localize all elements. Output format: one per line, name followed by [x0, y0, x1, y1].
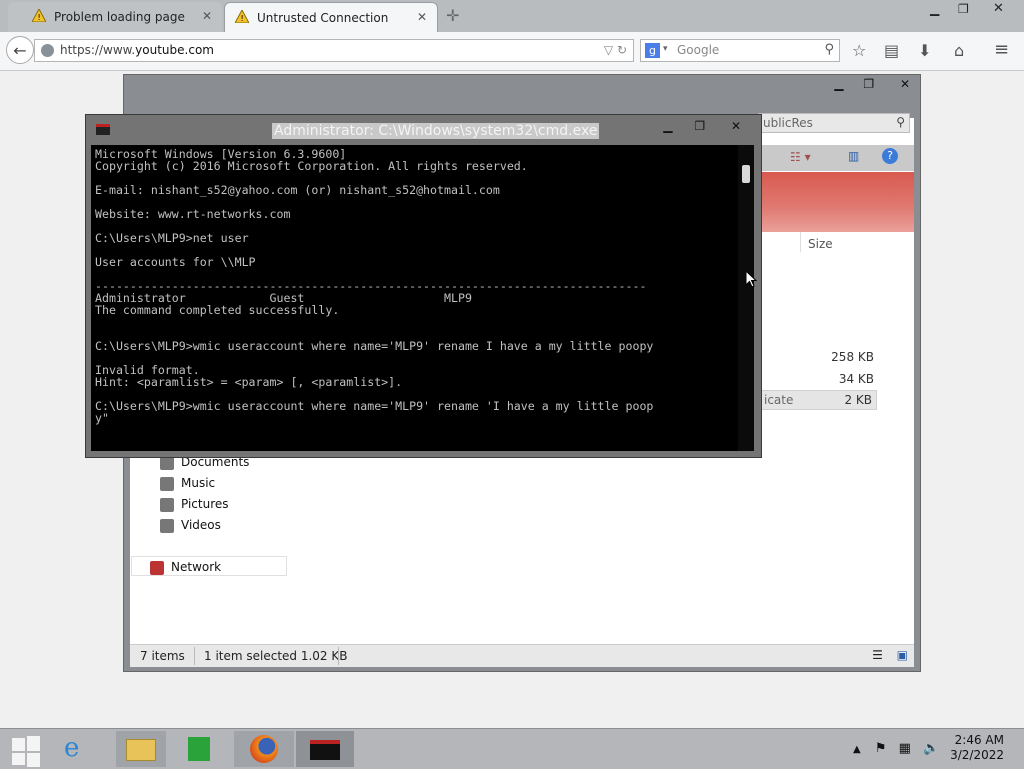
- new-tab-icon[interactable]: ✛: [446, 6, 459, 25]
- console-text: Microsoft Windows [Version 6.3.9600] Cop…: [95, 147, 654, 425]
- windows-logo-icon: [12, 738, 25, 751]
- music-icon: [160, 477, 174, 491]
- url-text: https://www.youtube.com: [60, 43, 214, 57]
- explorer-window-buttons: ▁ ❐ ✕: [834, 77, 910, 91]
- close-tab-icon[interactable]: ✕: [202, 9, 212, 23]
- console-output[interactable]: Microsoft Windows [Version 6.3.9600] Cop…: [91, 145, 738, 451]
- console-scrollbar[interactable]: [738, 145, 754, 451]
- file-size: 258 KB: [831, 350, 874, 364]
- network-icon: [150, 561, 164, 575]
- divider: [338, 647, 339, 665]
- downloads-icon[interactable]: ⬇: [918, 41, 931, 60]
- url-tools[interactable]: ▽ ↻: [604, 43, 627, 57]
- size-column-header[interactable]: Size: [808, 237, 833, 251]
- clock-date: 3/2/2022: [950, 748, 1004, 762]
- bookmarks-list-icon[interactable]: ▤: [884, 41, 899, 60]
- restore-icon[interactable]: ❐: [958, 2, 969, 16]
- cmd-app-icon: [96, 124, 110, 135]
- tab-label: Problem loading page: [54, 10, 185, 24]
- back-button[interactable]: ←: [6, 36, 34, 64]
- tab-untrusted-connection[interactable]: ! Untrusted Connection ✕: [224, 2, 438, 32]
- navigation-toolbar: ← https://www.youtube.com ▽ ↻ g ▾ Google…: [0, 32, 1024, 71]
- folder-icon: [126, 739, 156, 761]
- close-icon[interactable]: ✕: [900, 77, 910, 91]
- globe-icon: [41, 44, 54, 57]
- cmd-taskbar-button[interactable]: [296, 731, 354, 767]
- system-tray: ▲ ⚑ ▦ 🔈: [853, 741, 939, 756]
- selection-info: 1 item selected 1.02 KB: [204, 649, 348, 663]
- cmd-window: Administrator: C:\Windows\system32\cmd.e…: [85, 114, 762, 458]
- url-bar[interactable]: https://www.youtube.com ▽ ↻: [34, 39, 634, 62]
- pictures-icon: [160, 498, 174, 512]
- browser-tab-bar: ! Problem loading page ✕ ! Untrusted Con…: [0, 0, 1024, 32]
- view-options-icon[interactable]: ☷ ▾: [790, 150, 811, 164]
- close-icon[interactable]: ✕: [993, 1, 1004, 16]
- network-status-icon[interactable]: ▦: [899, 741, 911, 756]
- firefox-icon: [250, 735, 278, 763]
- tab-problem-loading[interactable]: ! Problem loading page ✕: [8, 2, 222, 32]
- explorer-search[interactable]: ublicRes ⚲: [758, 113, 910, 133]
- selected-file-row[interactable]: icate 2 KB: [761, 390, 877, 410]
- item-count: 7 items: [140, 649, 185, 663]
- google-icon[interactable]: g: [645, 43, 660, 58]
- view-toggle: ☰ ▣: [872, 648, 908, 662]
- cmd-window-title: Administrator: C:\Windows\system32\cmd.e…: [272, 123, 600, 139]
- home-icon[interactable]: ⌂: [954, 41, 964, 60]
- column-divider: [800, 232, 801, 252]
- restore-icon[interactable]: ❐: [694, 119, 705, 133]
- large-icons-view-icon[interactable]: ▣: [897, 648, 908, 662]
- chevron-down-icon[interactable]: ▾: [663, 44, 668, 54]
- internet-explorer-icon: e: [64, 733, 80, 763]
- details-view-icon[interactable]: ☰: [872, 648, 883, 662]
- file-size: 2 KB: [844, 393, 872, 407]
- volume-muted-icon[interactable]: 🔈: [923, 741, 939, 756]
- search-bar[interactable]: g ▾ Google ⚲: [640, 39, 840, 62]
- store-taskbar-button[interactable]: [174, 731, 224, 767]
- file-size: 34 KB: [838, 372, 874, 386]
- file-explorer-taskbar-button[interactable]: [116, 731, 166, 767]
- svg-text:!: !: [38, 13, 41, 22]
- explorer-search-text: ublicRes: [763, 116, 813, 130]
- minimize-icon[interactable]: ▁: [930, 2, 939, 16]
- chevron-up-icon[interactable]: ▲: [853, 744, 861, 755]
- firefox-taskbar-button[interactable]: [234, 731, 294, 767]
- scrollbar-thumb[interactable]: [742, 165, 750, 183]
- explorer-status-bar: 7 items 1 item selected 1.02 KB ☰ ▣: [130, 644, 914, 667]
- reload-icon[interactable]: ↻: [617, 43, 627, 57]
- minimize-icon[interactable]: ▁: [663, 119, 672, 133]
- clock[interactable]: 2:46 AM 3/2/2022: [950, 733, 1004, 763]
- tab-label: Untrusted Connection: [257, 11, 389, 25]
- cmd-title-bar[interactable]: Administrator: C:\Windows\system32\cmd.e…: [86, 115, 761, 143]
- internet-explorer-taskbar-button[interactable]: e: [54, 731, 104, 767]
- flag-icon[interactable]: ⚑: [875, 741, 887, 756]
- help-icon[interactable]: ?: [882, 148, 898, 164]
- warning-icon: !: [31, 7, 47, 25]
- file-name: icate: [764, 393, 794, 407]
- clock-time: 2:46 AM: [954, 733, 1004, 747]
- restore-icon[interactable]: ❐: [863, 77, 874, 91]
- start-button[interactable]: [8, 731, 46, 767]
- store-icon: [188, 737, 210, 761]
- cmd-window-buttons: ▁ ❐ ✕: [645, 119, 741, 133]
- divider: [194, 647, 195, 665]
- search-icon[interactable]: ⚲: [896, 115, 905, 129]
- bookmark-star-icon[interactable]: ☆: [852, 41, 866, 60]
- explorer-toolbar: ☷ ▾ ▥ ?: [762, 145, 914, 171]
- documents-icon: [160, 456, 174, 470]
- menu-icon[interactable]: ≡: [994, 39, 1009, 60]
- svg-text:!: !: [241, 14, 244, 23]
- search-placeholder: Google: [677, 43, 720, 57]
- close-icon[interactable]: ✕: [731, 119, 741, 133]
- cmd-icon: [310, 740, 340, 760]
- minimize-icon[interactable]: ▁: [834, 77, 843, 91]
- warning-icon: !: [234, 8, 250, 26]
- search-icon[interactable]: ⚲: [824, 42, 834, 57]
- preview-pane-icon[interactable]: ▥: [848, 149, 859, 163]
- taskbar: e ▲ ⚑ ▦ 🔈 2:46 AM 3/2/2022: [0, 728, 1024, 769]
- close-tab-icon[interactable]: ✕: [417, 10, 427, 24]
- videos-icon: [160, 519, 174, 533]
- explorer-ribbon: [762, 172, 914, 232]
